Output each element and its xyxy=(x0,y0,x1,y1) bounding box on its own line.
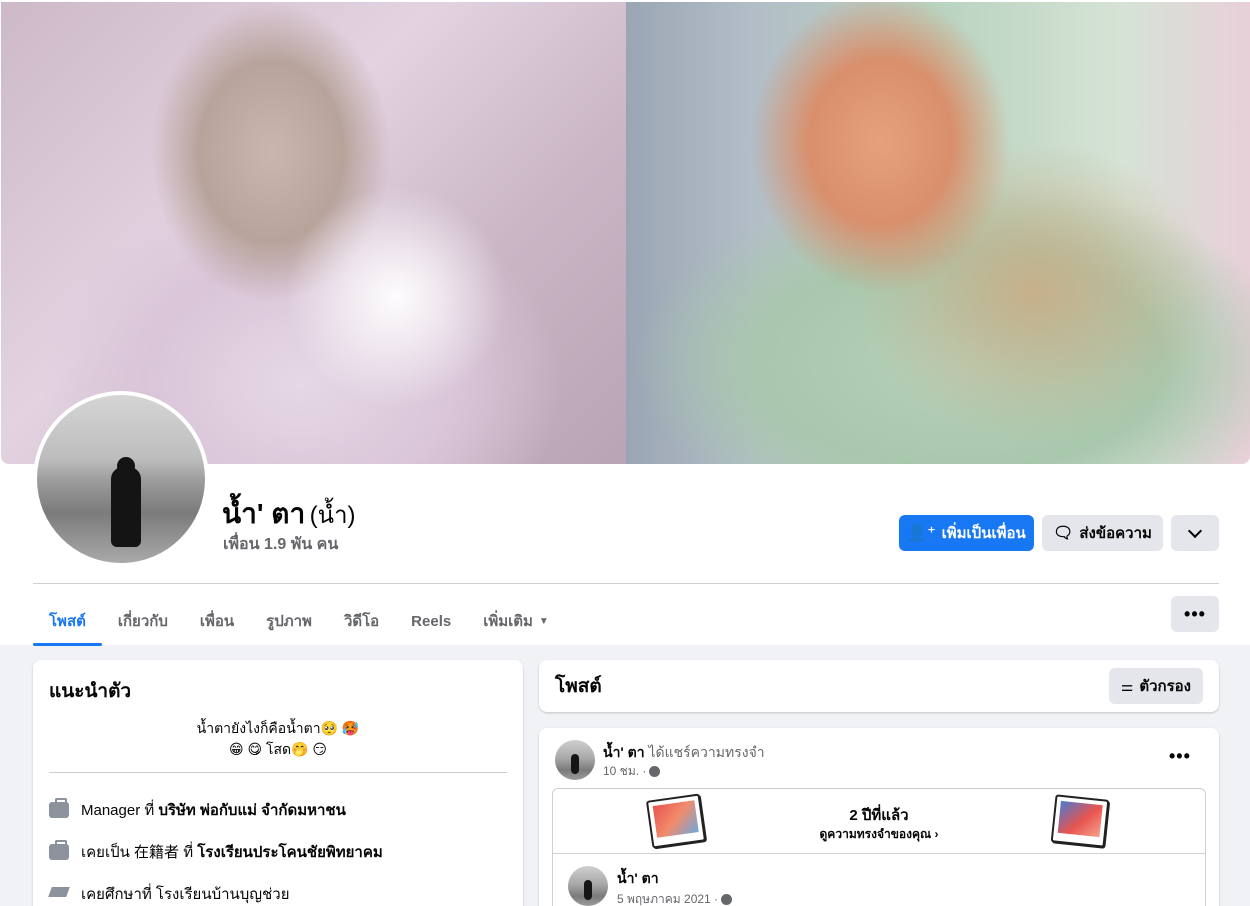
tab-about-label: เกี่ยวกับ xyxy=(117,613,168,630)
globe-icon xyxy=(721,894,733,905)
messenger-icon: 🗨 xyxy=(1053,525,1074,542)
memory-link[interactable]: ดูความทรงจำของคุณ › xyxy=(553,825,1205,844)
tab-more-label: เพิ่มเติม xyxy=(483,613,533,630)
work-prefix: Manager ที่ xyxy=(81,802,155,819)
caret-down-icon: ▼ xyxy=(538,615,549,627)
post-meta: 10 ชม. · xyxy=(603,762,661,781)
original-meta: 5 พฤษภาคม 2021 · xyxy=(617,890,733,906)
tab-photos-label: รูปภาพ xyxy=(266,613,312,630)
post-action: ได้แชร์ความทรงจำ xyxy=(648,744,765,760)
education-text: เคยศึกษาที่ โรงเรียนบ้านบุญช่วย xyxy=(81,886,290,903)
cover-photo-right xyxy=(626,2,1250,464)
tab-photos[interactable]: รูปภาพ xyxy=(250,597,328,645)
friends-count[interactable]: เพื่อน 1.9 พัน คน xyxy=(223,532,338,557)
profile-alt-name: (น้ำ) xyxy=(309,502,356,529)
globe-icon xyxy=(649,766,661,777)
intro-education: เคยศึกษาที่ โรงเรียนบ้านบุญช่วย xyxy=(49,873,507,906)
tab-about[interactable]: เกี่ยวกับ xyxy=(102,597,184,645)
profile-avatar[interactable] xyxy=(33,391,209,567)
filter-button[interactable]: ⚌ ตัวกรอง xyxy=(1108,668,1203,704)
filter-label: ตัวกรอง xyxy=(1139,678,1191,695)
post-card: น้ำ' ตา ได้แชร์ความทรงจำ 10 ชม. · ••• 2 … xyxy=(539,728,1219,906)
tab-friends[interactable]: เพื่อน xyxy=(184,597,250,645)
intro-card: แนะนำตัว น้ำตายังไงก็คือน้ำตา🥺 🥵 😁 😋 โสด… xyxy=(33,660,523,906)
bio-line-1: น้ำตายังไงก็คือน้ำตา🥺 🥵 xyxy=(196,720,360,736)
tab-videos-label: วิดีโอ xyxy=(343,613,380,630)
tab-posts[interactable]: โพสต์ xyxy=(33,597,102,646)
profile-avatar-photo xyxy=(37,395,205,563)
sliders-icon: ⚌ xyxy=(1120,677,1134,694)
bio-line-2: 😁 😋 โสด🤭 😏 xyxy=(228,741,328,757)
tab-friends-label: เพื่อน xyxy=(199,613,235,630)
intro-former-work: เคยเป็น 在籍者 ที่ โรงเรียนประโคนชัยพิทยาคม xyxy=(49,831,507,873)
former-prefix: เคยเป็น 在籍者 ที่ xyxy=(81,844,194,861)
profile-name: น้ำ' ตา xyxy=(222,498,306,529)
tab-more[interactable]: เพิ่มเติม ▼ xyxy=(467,597,565,645)
profile-more-button[interactable] xyxy=(1171,515,1219,551)
work-place[interactable]: บริษัท พ่อกับแม่ จำกัดมหาชน xyxy=(158,798,345,822)
post-author-avatar[interactable] xyxy=(555,740,595,780)
bio: น้ำตายังไงก็คือน้ำตา🥺 🥵 😁 😋 โสด🤭 😏 xyxy=(49,718,507,760)
post-author[interactable]: น้ำ' ตา xyxy=(603,744,645,760)
original-author-avatar[interactable] xyxy=(568,866,608,906)
more-dots-icon: ••• xyxy=(1184,603,1206,624)
graduation-cap-icon xyxy=(49,887,69,901)
former-place[interactable]: โรงเรียนประโคนชัยพิทยาคม xyxy=(197,840,383,864)
dog-silhouette xyxy=(111,457,141,547)
post-time[interactable]: 10 ชม. · xyxy=(603,762,646,781)
message-label: ส่งข้อความ xyxy=(1079,525,1152,542)
profile-name-wrap: น้ำ' ตา (น้ำ) xyxy=(222,492,356,536)
intro-divider xyxy=(49,772,507,773)
post-options-button[interactable]: ••• xyxy=(1169,746,1191,767)
posts-title: โพสต์ xyxy=(555,676,602,697)
add-friend-label: เพิ่มเป็นเพื่อน xyxy=(941,525,1026,542)
memory-illustration-right xyxy=(1050,794,1110,848)
tab-posts-label: โพสต์ xyxy=(49,613,86,630)
add-friend-button[interactable]: 👤⁺ เพิ่มเป็นเพื่อน xyxy=(899,515,1034,551)
post-header-text: น้ำ' ตา ได้แชร์ความทรงจำ xyxy=(603,742,765,764)
profile-header: น้ำ' ตา (น้ำ) เพื่อน 1.9 พัน คน 👤⁺ เพิ่ม… xyxy=(0,0,1250,646)
header-divider xyxy=(33,583,1219,584)
intro-title: แนะนำตัว xyxy=(49,681,132,702)
tab-reels[interactable]: Reels xyxy=(395,597,467,645)
memory-banner[interactable]: 2 ปีที่แล้ว ดูความทรงจำของคุณ › xyxy=(552,788,1206,854)
person-add-icon: 👤⁺ xyxy=(907,525,936,542)
original-author[interactable]: น้ำ' ตา xyxy=(617,868,659,890)
message-button[interactable]: 🗨 ส่งข้อความ xyxy=(1042,515,1163,551)
shared-original-post: น้ำ' ตา 5 พฤษภาคม 2021 · xyxy=(552,854,1206,906)
posts-header-card: โพสต์ ⚌ ตัวกรอง xyxy=(539,660,1219,712)
briefcase-icon xyxy=(49,840,69,860)
original-time[interactable]: 5 พฤษภาคม 2021 · xyxy=(617,890,718,906)
tab-videos[interactable]: วิดีโอ xyxy=(328,597,395,645)
profile-options-button[interactable]: ••• xyxy=(1171,596,1219,632)
intro-work: Manager ที่ บริษัท พ่อกับแม่ จำกัดมหาชน xyxy=(49,789,507,831)
tab-reels-label: Reels xyxy=(411,612,452,630)
profile-tabs: โพสต์ เกี่ยวกับ เพื่อน รูปภาพ วิดีโอ Ree… xyxy=(33,597,565,646)
cover-photo[interactable] xyxy=(1,2,1250,464)
briefcase-icon xyxy=(49,798,69,818)
chevron-down-icon xyxy=(1187,523,1203,538)
